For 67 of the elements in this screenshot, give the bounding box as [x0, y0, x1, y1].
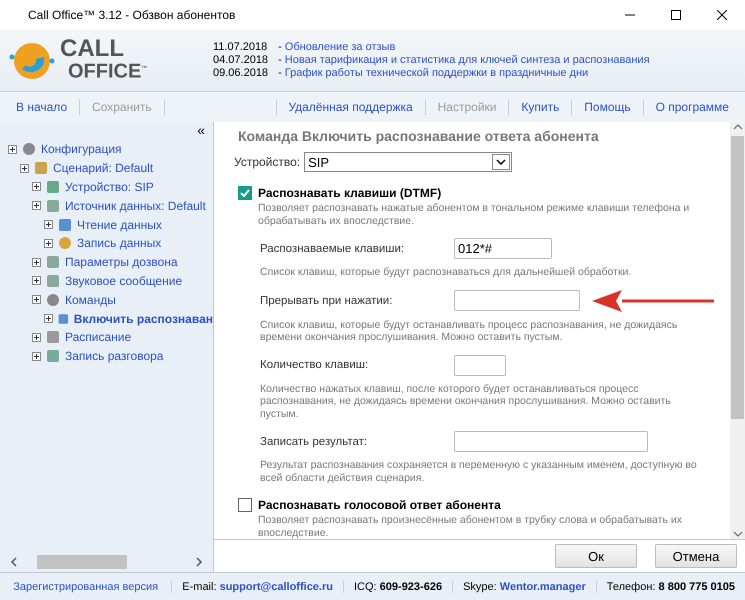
toolbar-link[interactable]: В начало	[4, 100, 80, 114]
news-link[interactable]: Обновление за отзыв	[284, 41, 396, 53]
field-hint: Результат распознавания сохраняется в переменную с указанным именем, доступную во всей области действия сценария.	[260, 459, 698, 484]
toolbar-link[interactable]: Купить	[509, 100, 572, 114]
section-description: Позволяет распознавать произнесённые абонентом в трубку слова и обрабатывать их впоследствие.	[258, 514, 683, 539]
news-link[interactable]: График работы технической поддержки в праздничные дни	[284, 67, 588, 79]
news-date: 11.07.2018	[213, 41, 268, 54]
contact-info: ICQ: 609-923-626	[342, 580, 452, 592]
tree-item[interactable]: Устройство: SIP	[65, 180, 154, 194]
toolbar-link[interactable]: Удалённая поддержка	[276, 100, 425, 114]
input-field[interactable]: 012*#	[454, 238, 552, 259]
input-field[interactable]	[454, 431, 648, 452]
close-icon	[717, 10, 727, 20]
input-field[interactable]	[454, 290, 580, 311]
version-link[interactable]: Зарегистрированная версия	[0, 580, 172, 592]
device-label: Устройство:	[234, 155, 300, 169]
news-dash: -	[278, 41, 283, 53]
contact-info: E-mail: support@calloffice.ru	[171, 580, 343, 592]
tree-item[interactable]: Запись разговора	[65, 349, 164, 364]
input-field[interactable]	[454, 354, 506, 376]
section-title: Распознавать голосовой ответ абонента	[258, 498, 501, 512]
field-hint: Список клавиш, которые будут распознаваться для дальнейшей обработки.	[260, 266, 632, 278]
logo-text: OFFICE$^{™}$	[67, 60, 148, 82]
tree-item[interactable]: Звуковое сообщение	[65, 274, 182, 288]
contact-info: Skype: Wentor.manager	[452, 580, 596, 592]
tree-item[interactable]: Параметры дозвона	[65, 255, 178, 270]
tree-item[interactable]: Команды	[65, 292, 116, 307]
news-date: 09.06.2018	[213, 67, 268, 80]
tree-item[interactable]: Сценарий: Default	[53, 161, 154, 176]
form-title: Команда Включить распознавание ответа абонента	[238, 128, 600, 144]
section-title: Распознавать клавиши (DTMF)	[258, 186, 442, 200]
chevron-up-icon	[732, 122, 742, 132]
field-hint: Список клавиш, которые будут останавливать процесс распознавания, не дожидаясь времени окончания прослушивания. Можно оставить пустым.	[260, 318, 678, 344]
field-label: Прерывать при нажатии:	[260, 294, 394, 306]
tree-item[interactable]: Включить распознаван	[74, 312, 213, 326]
window-title: Call Office™ 3.12 - Обзвон абонентов	[28, 8, 236, 22]
logo-text: CALL	[60, 39, 125, 60]
checkbox[interactable]	[238, 186, 252, 200]
chevron-down-icon	[496, 159, 506, 165]
chevron-right-icon	[195, 557, 203, 567]
news-date: 04.07.2018	[213, 54, 268, 67]
checkbox[interactable]	[238, 498, 252, 512]
field-label: Распознаваемые клавиши:	[260, 242, 406, 254]
toolbar-link[interactable]: О программе	[644, 100, 741, 114]
news-dash: -	[278, 67, 283, 79]
trademark-mark: ™	[141, 66, 148, 72]
toolbar-link[interactable]: Помощь	[572, 100, 643, 114]
field-label: Количество клавиш:	[260, 359, 370, 371]
maximize-icon	[671, 10, 681, 20]
collapse-button[interactable]: «	[189, 122, 213, 138]
contact-info: Телефон: 8 800 775 0105	[596, 580, 745, 592]
cancel-button[interactable]: Отмена	[655, 544, 737, 568]
tree-item[interactable]: Запись данных	[77, 236, 162, 250]
device-select[interactable]: SIP	[304, 152, 512, 172]
field-label: Записать результат:	[260, 436, 368, 448]
news-link[interactable]: Новая тарификация и статистика для ключей синтеза и распознавания	[284, 54, 650, 66]
chevron-left-icon	[10, 557, 18, 567]
tree-item[interactable]: Источник данных: Default	[65, 198, 206, 213]
tree-item[interactable]: Расписание	[65, 330, 132, 344]
section-description: Позволяет распознавать нажатые абонентом в тональном режиме клавиши телефона и обрабатывать их впоследствие.	[258, 202, 690, 227]
tree-item[interactable]: Чтение данных	[77, 218, 162, 232]
field-hint: Количество нажатых клавиш, после которого будет останавливаться процесс распознавания, не дожидаясь времени окончания прослушивания. Можно оставить пустым.	[260, 382, 672, 420]
tree-item[interactable]: Конфигурация	[41, 142, 122, 156]
vertical-scrollbar[interactable]	[730, 122, 745, 539]
chevron-down-icon	[732, 529, 742, 539]
news-dash: -	[278, 54, 283, 66]
ok-button[interactable]: Ок	[555, 544, 637, 568]
